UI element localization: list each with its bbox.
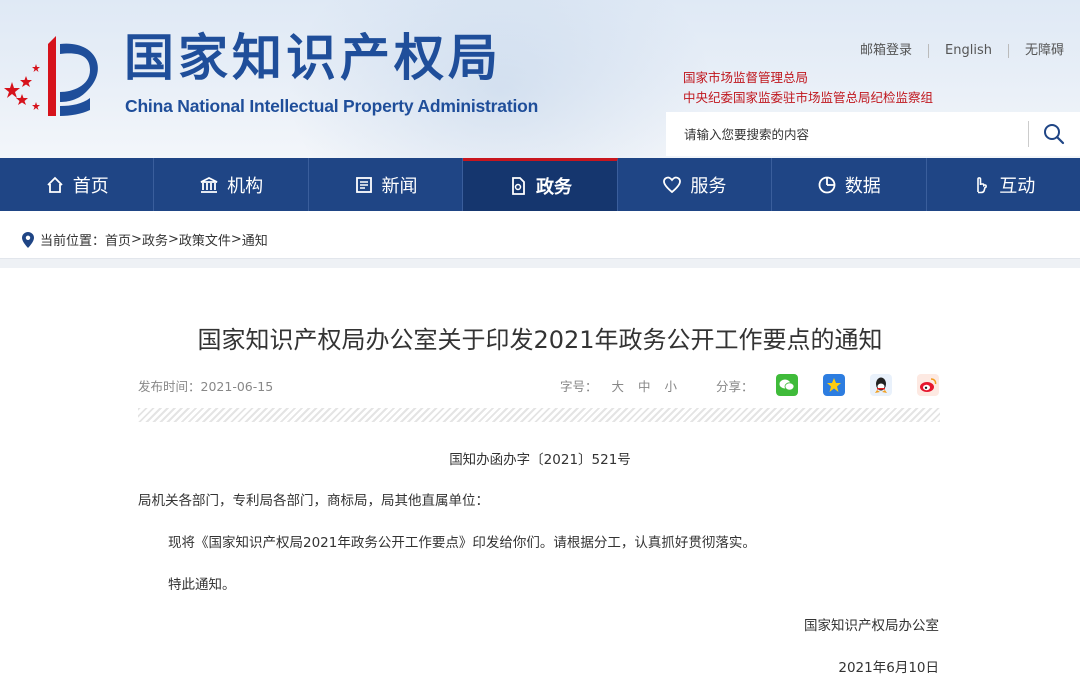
site-logo-chinese[interactable]: 国家知识产权局 xyxy=(124,28,502,88)
search-icon xyxy=(1044,124,1065,145)
search-button[interactable] xyxy=(1029,112,1079,156)
nav-item-government-affairs[interactable]: 政务 xyxy=(463,158,618,211)
addressee-paragraph: 局机关各部门，专利局各部门，商标局，局其他直属单位： xyxy=(138,493,489,509)
nav-label-home: 首页 xyxy=(72,175,109,197)
search-bar xyxy=(666,112,1080,156)
top-links: 邮箱登录 English 无障碍 xyxy=(844,44,1080,58)
font-size-medium[interactable]: 中 xyxy=(638,376,651,395)
pie-chart-icon xyxy=(818,176,836,193)
signature: 国家知识产权局办公室 xyxy=(804,618,939,634)
body-paragraph: 现将《国家知识产权局2021年政务公开工作要点》印发给你们。请根据分工，认真抓好… xyxy=(168,535,756,551)
main-nav: 首页 机构 新闻 政务 服务 数据 互动 xyxy=(0,158,1080,211)
font-size-label: 字号： xyxy=(560,379,598,394)
nav-label-government-affairs: 政务 xyxy=(535,177,572,198)
nav-label-data: 数据 xyxy=(844,175,881,197)
document-icon xyxy=(512,177,525,195)
breadcrumb-separator: > xyxy=(131,232,142,247)
breadcrumb-prefix: 当前位置： xyxy=(40,234,106,249)
article-title: 国家知识产权局办公室关于印发2021年政务公开工作要点的通知 xyxy=(197,326,883,354)
site-logo-english[interactable]: China National Intellectual Property Adm… xyxy=(125,96,538,117)
qzone-icon[interactable] xyxy=(822,374,845,396)
share-bar: 分享： xyxy=(716,374,939,396)
nav-item-data[interactable]: 数据 xyxy=(772,158,927,211)
site-header: 国家知识产权局 China National Intellectual Prop… xyxy=(0,0,1080,158)
breadcrumb-separator: > xyxy=(230,232,242,247)
cnipa-emblem-icon[interactable] xyxy=(0,30,120,120)
font-size-large[interactable]: 大 xyxy=(612,376,625,395)
breadcrumb-home[interactable]: 首页 xyxy=(105,230,131,249)
breadcrumb-policy-documents[interactable]: 政策文件 xyxy=(179,230,231,249)
breadcrumb-separator: > xyxy=(167,232,179,247)
breadcrumb-notices[interactable]: 通知 xyxy=(242,230,268,249)
publish-label: 发布时间： xyxy=(138,379,201,394)
nav-label-services: 服务 xyxy=(690,175,727,197)
closing-paragraph: 特此通知。 xyxy=(168,577,236,593)
newspaper-icon xyxy=(355,176,372,193)
home-icon xyxy=(47,176,63,193)
breadcrumb-government-affairs[interactable]: 政务 xyxy=(142,230,168,249)
font-size-selector: 字号： 大 中 小 xyxy=(560,376,677,395)
nav-item-interaction[interactable]: 互动 xyxy=(927,158,1080,211)
samr-link[interactable]: 国家市场监督管理总局 xyxy=(683,67,808,86)
nav-item-news[interactable]: 新闻 xyxy=(309,158,464,211)
hand-icon xyxy=(977,176,988,193)
nav-label-interaction: 互动 xyxy=(999,175,1036,197)
publish-info: 发布时间：2021-06-15 xyxy=(138,376,273,395)
article-container: 国家知识产权局办公室关于印发2021年政务公开工作要点的通知 发布时间：2021… xyxy=(0,268,1080,686)
publish-date: 2021-06-15 xyxy=(200,379,274,394)
nav-label-organization: 机构 xyxy=(227,175,264,197)
nav-item-organization[interactable]: 机构 xyxy=(154,158,309,211)
weibo-icon[interactable] xyxy=(916,374,939,396)
nav-label-news: 新闻 xyxy=(381,175,418,197)
discipline-inspection-link[interactable]: 中央纪委国家监委驻市场监管总局纪检监察组 xyxy=(683,87,933,106)
sign-date: 2021年6月10日 xyxy=(838,660,939,676)
building-icon xyxy=(200,176,218,193)
nav-item-home[interactable]: 首页 xyxy=(0,158,155,211)
search-input[interactable] xyxy=(666,126,1028,142)
location-pin-icon xyxy=(22,231,34,248)
mail-login-link[interactable]: 邮箱登录 xyxy=(844,44,928,58)
heart-icon xyxy=(663,176,682,193)
share-label: 分享： xyxy=(716,378,754,394)
breadcrumb-bar: 当前位置： 首页 > 政务 > 政策文件 > 通知 xyxy=(0,211,1080,259)
english-link[interactable]: English xyxy=(928,44,1008,58)
nav-item-services[interactable]: 服务 xyxy=(618,158,773,211)
breadcrumb: 当前位置： 首页 > 政务 > 政策文件 > 通知 xyxy=(22,230,268,249)
qq-icon[interactable] xyxy=(869,374,892,396)
divider-hatch xyxy=(138,408,940,422)
accessibility-link[interactable]: 无障碍 xyxy=(1007,44,1080,58)
font-size-small[interactable]: 小 xyxy=(665,376,678,395)
wechat-icon[interactable] xyxy=(775,374,798,396)
document-number: 国知办函办字〔2021〕521号 xyxy=(449,452,631,468)
